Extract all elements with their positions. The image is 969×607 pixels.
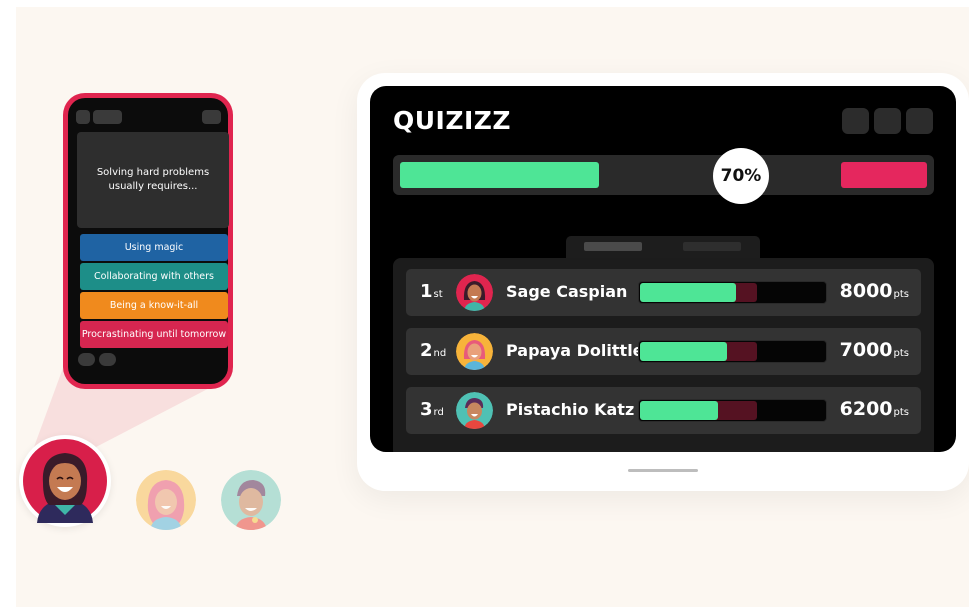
player-progress-correct xyxy=(640,283,736,302)
player-avatar-icon xyxy=(456,274,493,311)
leaderboard-panel: 1st Sage Caspian 8000pts 2nd Papaya Doli… xyxy=(393,258,934,452)
player-avatar-icon xyxy=(456,392,493,429)
answer-option-1[interactable]: Using magic xyxy=(80,234,228,261)
boy-avatar-icon xyxy=(221,470,281,530)
phone-info-button[interactable] xyxy=(93,110,122,124)
player-points: 6200pts xyxy=(839,398,909,420)
class-progress-correct xyxy=(400,162,599,188)
player-points: 8000pts xyxy=(839,280,909,302)
class-progress-incorrect xyxy=(841,162,927,188)
tab-leaderboard[interactable] xyxy=(584,242,642,251)
answer-option-2[interactable]: Collaborating with others xyxy=(80,263,228,290)
player-progress-track xyxy=(638,399,827,422)
promo-stage: Solving hard problems usually requires..… xyxy=(16,7,969,607)
answer-option-4[interactable]: Procrastinating until tomorrow xyxy=(80,321,228,348)
player-phone: Solving hard problems usually requires..… xyxy=(63,93,233,389)
player-points: 7000pts xyxy=(839,339,909,361)
player-progress-correct xyxy=(640,401,718,420)
avatar-main xyxy=(19,435,111,527)
toolbar-button-3[interactable] xyxy=(906,108,933,134)
player-name: Pistachio Katz xyxy=(506,400,635,419)
teacher-tablet: QUIZIZZ 70% 1st Sage Caspian 8000pts 2nd… xyxy=(357,73,969,491)
player-progress-track xyxy=(638,340,827,363)
rank: 3rd xyxy=(420,399,444,420)
rank: 2nd xyxy=(420,340,447,361)
rank: 1st xyxy=(420,281,443,302)
smiling-woman-avatar-icon xyxy=(23,439,107,523)
tablet-home-indicator xyxy=(628,469,698,472)
phone-settings-button[interactable] xyxy=(202,110,221,124)
phone-powerup-2[interactable] xyxy=(99,353,116,366)
player-progress-correct xyxy=(640,342,727,361)
leaderboard-row[interactable]: 2nd Papaya Dolittle 7000pts xyxy=(406,328,921,375)
phone-powerup-1[interactable] xyxy=(78,353,95,366)
leaderboard-row[interactable]: 3rd Pistachio Katz 6200pts xyxy=(406,387,921,434)
question-text: Solving hard problems usually requires..… xyxy=(96,167,210,192)
tab-questions[interactable] xyxy=(683,242,741,251)
toolbar-button-1[interactable] xyxy=(842,108,869,134)
tablet-screen: QUIZIZZ 70% 1st Sage Caspian 8000pts 2nd… xyxy=(370,86,956,452)
leaderboard-row[interactable]: 1st Sage Caspian 8000pts xyxy=(406,269,921,316)
phone-screen: Solving hard problems usually requires..… xyxy=(68,98,229,384)
girl-avatar-icon xyxy=(136,470,196,530)
quizizz-logo: QUIZIZZ xyxy=(393,106,512,135)
player-name: Papaya Dolittle xyxy=(506,341,644,360)
class-progress-track xyxy=(393,155,934,195)
player-progress-track xyxy=(638,281,827,304)
toolbar-button-2[interactable] xyxy=(874,108,901,134)
class-progress-percent: 70% xyxy=(713,148,769,204)
player-name: Sage Caspian xyxy=(506,282,628,301)
phone-menu-button[interactable] xyxy=(76,110,90,124)
answer-option-3[interactable]: Being a know-it-all xyxy=(80,292,228,319)
player-avatar-icon xyxy=(456,333,493,370)
question-card: Solving hard problems usually requires..… xyxy=(77,132,229,228)
